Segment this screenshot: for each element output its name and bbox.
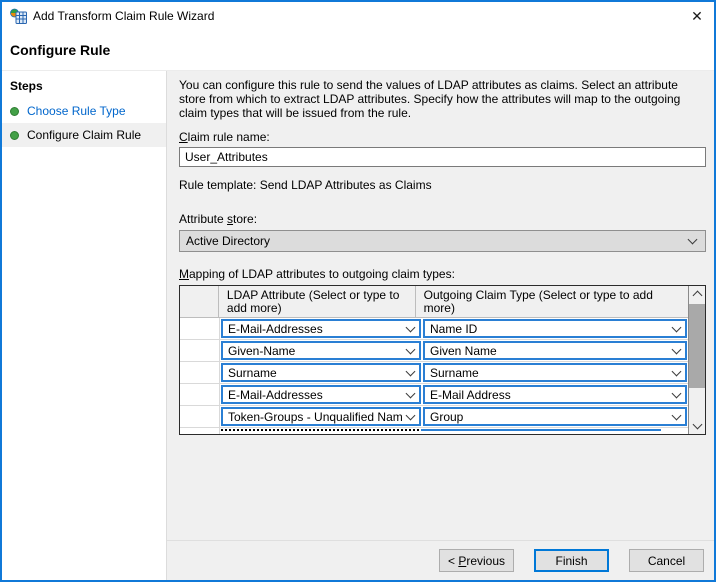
chevron-down-icon bbox=[672, 388, 682, 398]
ldap-cell: Given-Name bbox=[220, 340, 422, 361]
table-row: E-Mail-Addresses E-Mail Address bbox=[180, 384, 688, 406]
chevron-down-icon bbox=[406, 388, 416, 398]
sidebar-item-configure-claim-rule[interactable]: Configure Claim Rule bbox=[2, 123, 166, 147]
outgoing-claim-select[interactable]: Group bbox=[423, 407, 687, 426]
ldap-cell: Surname bbox=[220, 362, 422, 383]
row-selector[interactable] bbox=[180, 318, 220, 339]
table-row: E-Mail-Addresses Name ID bbox=[180, 318, 688, 340]
chevron-down-icon bbox=[672, 410, 682, 420]
outgoing-claim-select[interactable]: Name ID bbox=[423, 319, 687, 338]
ldap-attribute-select[interactable]: E-Mail-Addresses bbox=[221, 319, 421, 338]
steps-sidebar: Steps Choose Rule Type Configure Claim R… bbox=[2, 71, 167, 580]
claim-cell: Surname bbox=[422, 362, 688, 383]
table-row: Token-Groups - Unqualified Names Group bbox=[180, 406, 688, 428]
outgoing-claim-select[interactable]: Surname bbox=[423, 363, 687, 382]
chevron-down-icon bbox=[688, 235, 698, 245]
configure-rule-content: You can configure this rule to send the … bbox=[167, 71, 714, 540]
step-complete-bullet-icon bbox=[10, 107, 19, 116]
attribute-store-select[interactable]: Active Directory bbox=[179, 230, 706, 252]
add-transform-claim-rule-wizard-window: Add Transform Claim Rule Wizard ✕ Config… bbox=[0, 0, 716, 582]
chevron-down-icon bbox=[406, 366, 416, 376]
outgoing-claim-column-header[interactable]: Outgoing Claim Type (Select or type to a… bbox=[416, 286, 688, 317]
outgoing-claim-select-value: Name ID bbox=[430, 322, 669, 336]
ldap-attribute-select-value: E-Mail-Addresses bbox=[228, 322, 403, 336]
claim-rule-name-label: Claim rule name: bbox=[179, 130, 703, 144]
chevron-down-icon bbox=[693, 420, 703, 430]
window-title: Add Transform Claim Rule Wizard bbox=[33, 9, 214, 23]
mapping-table-label: Mapping of LDAP attributes to outgoing c… bbox=[179, 267, 703, 281]
ldap-mapping-table: LDAP Attribute (Select or type to add mo… bbox=[179, 285, 706, 435]
step-complete-bullet-icon bbox=[10, 131, 19, 140]
step-label: Configure Claim Rule bbox=[27, 128, 141, 142]
scroll-down-button[interactable] bbox=[689, 418, 705, 434]
ldap-cell: Token-Groups - Unqualified Names bbox=[220, 406, 422, 427]
table-vertical-scrollbar[interactable] bbox=[688, 286, 705, 434]
wizard-button-bar: < Previous Finish Cancel bbox=[167, 540, 714, 580]
ldap-attribute-column-header[interactable]: LDAP Attribute (Select or type to add mo… bbox=[219, 286, 416, 317]
sidebar-item-choose-rule-type[interactable]: Choose Rule Type bbox=[2, 99, 166, 123]
finish-button[interactable]: Finish bbox=[534, 549, 609, 572]
outgoing-claim-select[interactable]: Given Name bbox=[423, 341, 687, 360]
mapping-rows: E-Mail-Addresses Name ID Given-Name Given N… bbox=[180, 318, 688, 428]
ldap-attribute-select-value: Given-Name bbox=[228, 344, 403, 358]
ldap-attribute-select-value: Surname bbox=[228, 366, 403, 380]
attribute-store-label: Attribute store: bbox=[179, 212, 703, 226]
previous-button[interactable]: < Previous bbox=[439, 549, 514, 572]
outgoing-claim-select-value: Given Name bbox=[430, 344, 669, 358]
row-selector[interactable] bbox=[180, 384, 220, 405]
row-selector[interactable] bbox=[180, 340, 220, 361]
wizard-page-heading-band: Configure Rule bbox=[2, 30, 714, 71]
ldap-attribute-select-value: Token-Groups - Unqualified Names bbox=[228, 410, 403, 424]
ldap-attribute-select[interactable]: Given-Name bbox=[221, 341, 421, 360]
outgoing-claim-select[interactable]: E-Mail Address bbox=[423, 385, 687, 404]
chevron-down-icon bbox=[406, 344, 416, 354]
claim-rule-wizard-icon bbox=[10, 8, 27, 24]
cancel-button[interactable]: Cancel bbox=[629, 549, 704, 572]
claim-rule-name-input[interactable] bbox=[179, 147, 706, 167]
claim-cell: Name ID bbox=[422, 318, 688, 339]
close-button[interactable]: ✕ bbox=[680, 2, 714, 30]
ldap-attribute-select[interactable]: Token-Groups - Unqualified Names bbox=[221, 407, 421, 426]
row-selector[interactable] bbox=[180, 428, 220, 435]
claim-cell: Given Name bbox=[422, 340, 688, 361]
ldap-attribute-select[interactable]: Surname bbox=[221, 363, 421, 382]
scroll-up-button[interactable] bbox=[689, 286, 705, 302]
claim-cell: E-Mail Address bbox=[422, 384, 688, 405]
table-row: Surname Surname bbox=[180, 362, 688, 384]
title-bar: Add Transform Claim Rule Wizard ✕ bbox=[2, 2, 714, 30]
scrollbar-track[interactable] bbox=[689, 302, 705, 418]
row-selector[interactable] bbox=[180, 362, 220, 383]
ldap-attribute-select[interactable]: E-Mail-Addresses bbox=[221, 385, 421, 404]
table-header-row: LDAP Attribute (Select or type to add mo… bbox=[180, 286, 688, 318]
table-row: Given-Name Given Name bbox=[180, 340, 688, 362]
ldap-attribute-select-value: E-Mail-Addresses bbox=[228, 388, 403, 402]
new-outgoing-claim-cell[interactable] bbox=[421, 429, 661, 435]
outgoing-claim-select-value: Group bbox=[430, 410, 669, 424]
page-title: Configure Rule bbox=[10, 42, 714, 58]
row-selector[interactable] bbox=[180, 406, 220, 427]
chevron-down-icon bbox=[672, 366, 682, 376]
chevron-up-icon bbox=[693, 291, 703, 301]
outgoing-claim-select-value: E-Mail Address bbox=[430, 388, 669, 402]
step-label: Choose Rule Type bbox=[27, 104, 126, 118]
chevron-down-icon bbox=[672, 344, 682, 354]
rule-template-text: Rule template: Send LDAP Attributes as C… bbox=[179, 178, 703, 192]
row-selector-header bbox=[180, 286, 219, 317]
steps-header: Steps bbox=[2, 71, 166, 99]
outgoing-claim-select-value: Surname bbox=[430, 366, 669, 380]
ldap-cell: E-Mail-Addresses bbox=[220, 318, 422, 339]
new-mapping-row[interactable] bbox=[180, 428, 688, 435]
chevron-down-icon bbox=[672, 322, 682, 332]
chevron-down-icon bbox=[406, 322, 416, 332]
new-ldap-attribute-cell[interactable] bbox=[221, 429, 419, 435]
claim-cell: Group bbox=[422, 406, 688, 427]
chevron-down-icon bbox=[406, 410, 416, 420]
attribute-store-value: Active Directory bbox=[186, 234, 685, 248]
ldap-cell: E-Mail-Addresses bbox=[220, 384, 422, 405]
scrollbar-thumb[interactable] bbox=[689, 304, 705, 388]
page-description: You can configure this rule to send the … bbox=[179, 78, 701, 120]
